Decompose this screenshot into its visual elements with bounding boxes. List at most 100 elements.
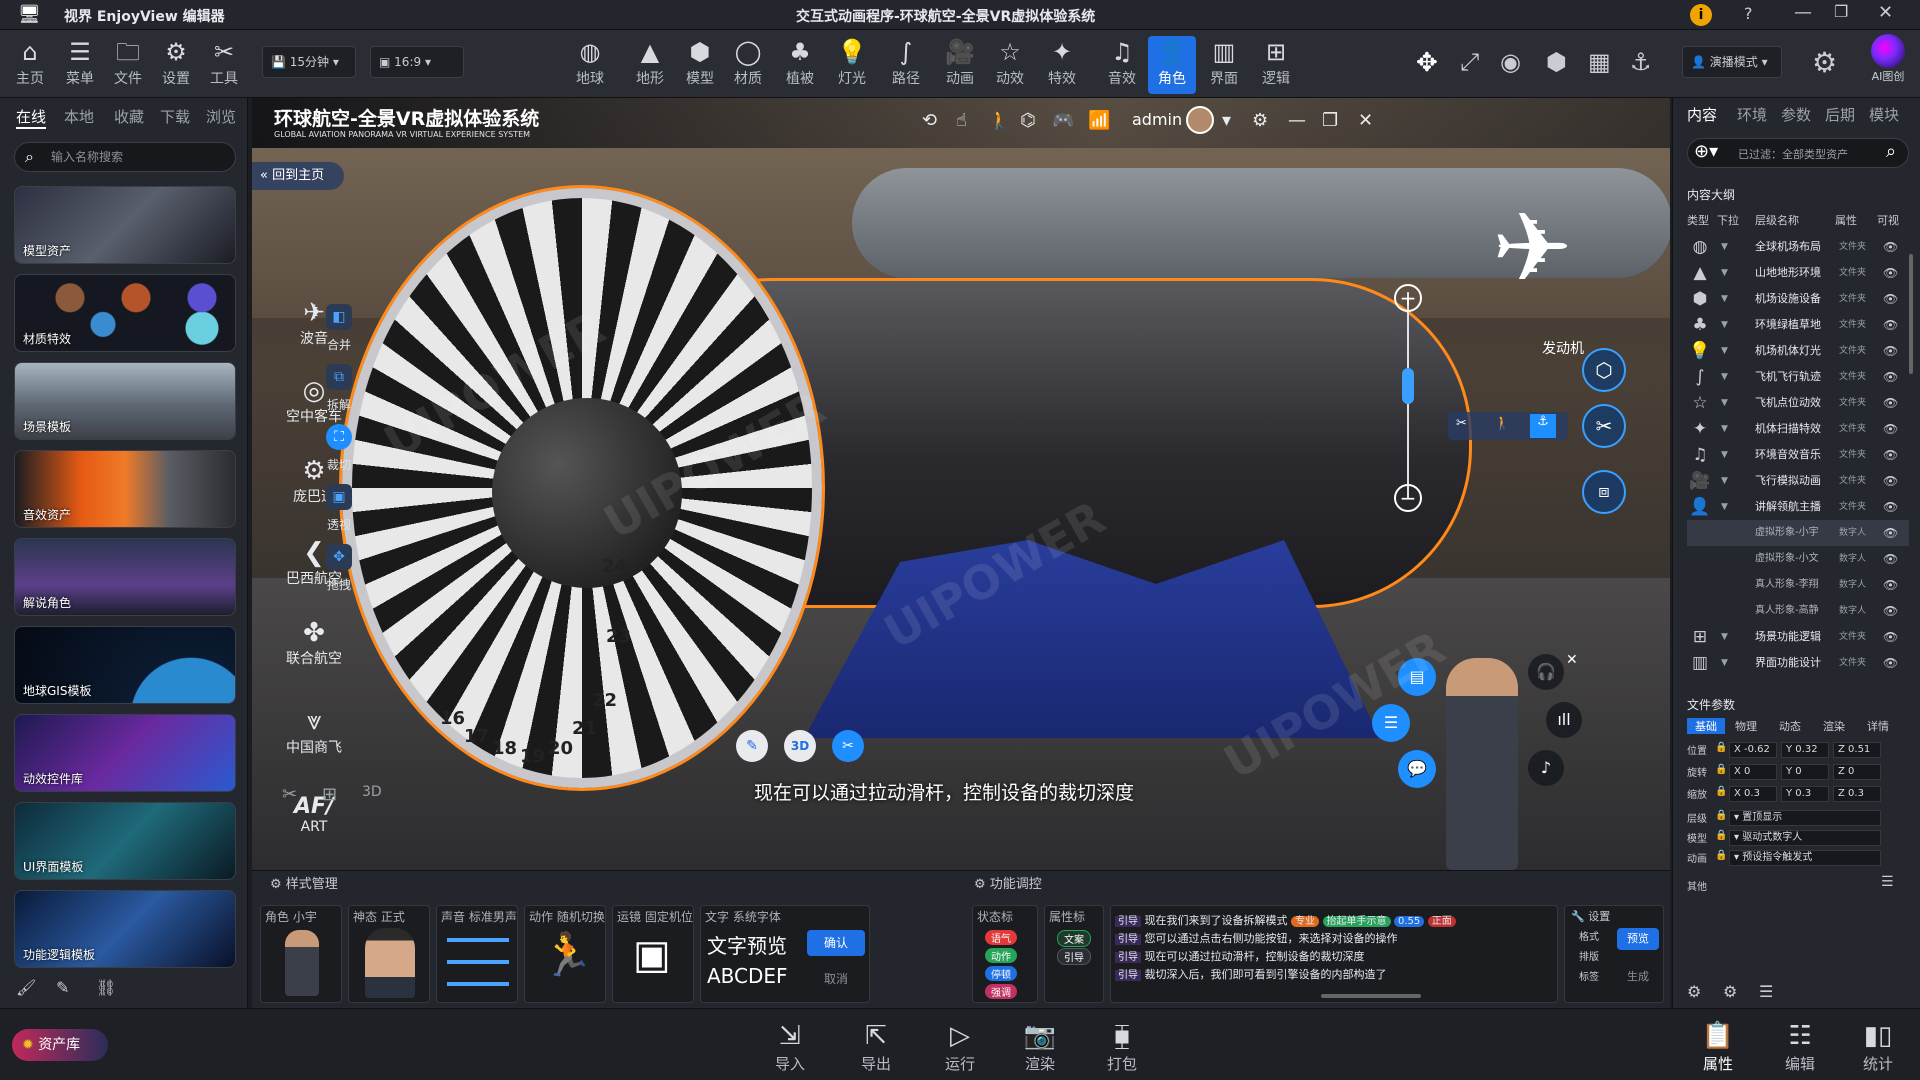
asset-card-narrators[interactable]: 解说角色 (14, 538, 236, 616)
param-tab-detail[interactable]: 详情 (1867, 718, 1889, 734)
expand-arrow-icon[interactable]: ▼ (1721, 286, 1728, 312)
param-tab-render[interactable]: 渲染 (1823, 718, 1845, 734)
scene-viewport[interactable]: 16 17 18 19 20 21 22 23 24 环球航空-全景VR虚拟体验… (252, 98, 1670, 870)
package-button[interactable]: ⧯ 打包 (1094, 1019, 1150, 1074)
mini-tools-icon[interactable]: ✂ (1456, 416, 1467, 431)
anchor-icon[interactable]: ⚓ (1630, 48, 1652, 76)
param-tab-dynamic[interactable]: 动态 (1779, 718, 1801, 734)
script-line[interactable]: 引导 现在我们来到了设备拆解模式 专业 抬起单手示意 0.55 正面 (1115, 912, 1545, 930)
edit-icon[interactable]: ✎ (56, 978, 69, 997)
expand-arrow-icon[interactable]: ▼ (1721, 338, 1728, 364)
export-button[interactable]: ⇱ 导出 (848, 1019, 904, 1074)
eye-icon[interactable]: 👁 (1883, 338, 1898, 364)
expand-arrow-icon[interactable]: ▼ (1721, 390, 1728, 416)
outline-row[interactable]: ✦ ▼ 机体扫描特效 文件夹 👁 (1687, 416, 1909, 442)
position-x-field[interactable]: X -0.62 (1729, 742, 1777, 758)
setting-layout[interactable]: 排版 (1579, 948, 1599, 963)
outline-row[interactable]: 💡 ▼ 机场机体灯光 文件夹 👁 (1687, 338, 1909, 364)
generate-button[interactable]: 生成 (1617, 966, 1659, 988)
lock-icon[interactable]: 🔒 (1715, 786, 1727, 797)
asset-card-scenes[interactable]: 场景模板 (14, 362, 236, 440)
tab-favorites[interactable]: 收藏 (114, 106, 144, 127)
viewport-minimize-icon[interactable]: — (1288, 110, 1306, 131)
eye-icon[interactable]: 👁 (1883, 442, 1898, 468)
properties-button[interactable]: 📋 属性 (1690, 1019, 1746, 1074)
expand-arrow-icon[interactable]: ▼ (1721, 468, 1728, 494)
vr-headset-icon[interactable]: ⟲ (922, 110, 937, 131)
tool-logic[interactable]: ⊞ 逻辑 (1252, 36, 1300, 88)
outline-row[interactable]: ∫ ▼ 飞机飞行轨迹 文件夹 👁 (1687, 364, 1909, 390)
asset-card-gis[interactable]: 地球GIS模板 (14, 626, 236, 704)
tab-online[interactable]: 在线 (16, 106, 47, 129)
viewport-restore-icon[interactable]: ❐ (1322, 110, 1338, 131)
rotation-y-field[interactable]: Y 0 (1781, 764, 1829, 780)
tool-sound[interactable]: ♫ 音效 (1098, 36, 1146, 88)
tool-effects[interactable]: ✦ 特效 (1038, 36, 1086, 88)
maximize-icon[interactable]: ❐ (1834, 2, 1848, 21)
eye-icon[interactable]: 👁 (1883, 286, 1898, 312)
import-button[interactable]: ⇲ 导入 (762, 1019, 818, 1074)
edit-button[interactable]: ☷ 编辑 (1772, 1019, 1828, 1074)
outline-row[interactable]: 🎥 ▼ 飞行模拟动画 文件夹 👁 (1687, 468, 1909, 494)
tag-pause[interactable]: 停顿 (985, 966, 1017, 981)
mini-anchor-icon[interactable]: ⚓ (1530, 414, 1556, 438)
outline-row[interactable]: ⬢ ▼ 机场设施设备 文件夹 👁 (1687, 286, 1909, 312)
tools-button[interactable]: ✂ 工具 (200, 36, 248, 88)
object-icon[interactable]: ⬢ (1546, 48, 1567, 76)
expand-arrow-icon[interactable]: ▼ (1721, 312, 1728, 338)
settings-button[interactable]: ⚙ 设置 (152, 36, 200, 88)
tool-model[interactable]: ⬢ 模型 (676, 36, 724, 88)
tag-guide[interactable]: 引导 (1057, 948, 1091, 965)
outline-row[interactable]: ♣ ▼ 环境绿植草地 文件夹 👁 (1687, 312, 1909, 338)
asset-card-audio[interactable]: 音效资产 (14, 450, 236, 528)
script-line[interactable]: 引导 您可以通过点击右侧功能按钮，来选择对设备的操作 (1115, 930, 1545, 948)
outline-row[interactable]: ◍ ▼ 全球机场布局 文件夹 👁 (1687, 234, 1909, 260)
filter-type-icon[interactable]: ⊕▾ (1694, 141, 1718, 162)
expand-arrow-icon[interactable]: ▼ (1721, 416, 1728, 442)
home-button[interactable]: ⌂ 主页 (6, 36, 54, 88)
panel-tool-icon-3[interactable]: ☰ (1759, 982, 1773, 1001)
snapshot-button[interactable]: ⧈ (1582, 470, 1626, 514)
expand-arrow-icon[interactable]: ▼ (1721, 364, 1728, 390)
brush-icon[interactable]: 🖌 (16, 978, 36, 997)
preferences-gear-icon[interactable]: ⚙ (1812, 46, 1837, 79)
zoom-out-button[interactable]: − (1394, 484, 1422, 512)
panel-tool-icon-1[interactable]: ⚙ (1687, 982, 1701, 1001)
outline-row[interactable]: 虚拟形象-小文 数字人 👁 (1687, 546, 1909, 572)
script-line[interactable]: 引导 裁切深入后，我们即可看到引擎设备的内部构造了 (1115, 966, 1545, 984)
script-line[interactable]: 引导 现在可以通过拉动滑杆，控制设备的裁切深度 (1115, 948, 1545, 966)
layer-select[interactable]: ▾ 置顶显示 (1729, 810, 1881, 826)
brand-united[interactable]: ✤ 联合航空 (274, 618, 354, 668)
gamepad-icon[interactable]: 🎮 (1052, 110, 1074, 131)
eye-icon[interactable]: 👁 (1883, 234, 1898, 260)
scale-y-field[interactable]: Y 0.3 (1781, 786, 1829, 802)
outline-row[interactable]: ▲ ▼ 山地地形环境 文件夹 👁 (1687, 260, 1909, 286)
voice-card[interactable]: 声音 标准男声 (436, 905, 518, 1003)
mode-select[interactable]: 👤 演播模式 ▾ (1682, 46, 1782, 78)
close-icon[interactable]: ✕ (1878, 2, 1893, 23)
eye-icon[interactable]: 👁 (1883, 312, 1898, 338)
param-tab-basic[interactable]: 基础 (1687, 718, 1725, 734)
zoom-in-button[interactable]: + (1394, 284, 1422, 312)
tool-character[interactable]: 👤 角色 (1148, 36, 1196, 94)
badge-pro[interactable]: 专业 (1291, 916, 1319, 927)
filter-search-icon[interactable]: ⌕ (1886, 141, 1896, 162)
expand-arrow-icon[interactable]: ▼ (1721, 624, 1728, 650)
anim-select[interactable]: ▾ 预设指令触发式 (1729, 850, 1881, 866)
scale-x-field[interactable]: X 0.3 (1729, 786, 1777, 802)
narrator-action-2[interactable]: ☰ (1372, 704, 1410, 742)
headphones-button[interactable]: 🎧 (1528, 654, 1564, 690)
help-icon[interactable]: ? (1744, 4, 1753, 23)
note-tool-button[interactable]: ✎ (736, 730, 768, 762)
eye-icon[interactable]: 👁 (1883, 520, 1898, 546)
preview-button[interactable]: 预览 (1617, 928, 1659, 950)
expression-card[interactable]: 神态 正式 (348, 905, 430, 1003)
tool-globe[interactable]: ◍ 地球 (566, 36, 614, 88)
position-z-field[interactable]: Z 0.51 (1833, 742, 1881, 758)
camera-card[interactable]: 运镜 固定机位 ▣ (612, 905, 694, 1003)
outline-row[interactable]: 真人形象-高静 数字人 👁 (1687, 598, 1909, 624)
chevron-down-icon[interactable]: ▾ (1222, 110, 1231, 131)
voice-button[interactable]: ıll (1546, 702, 1582, 738)
rotation-z-field[interactable]: Z 0 (1833, 764, 1881, 780)
voice-slider[interactable] (447, 982, 509, 986)
